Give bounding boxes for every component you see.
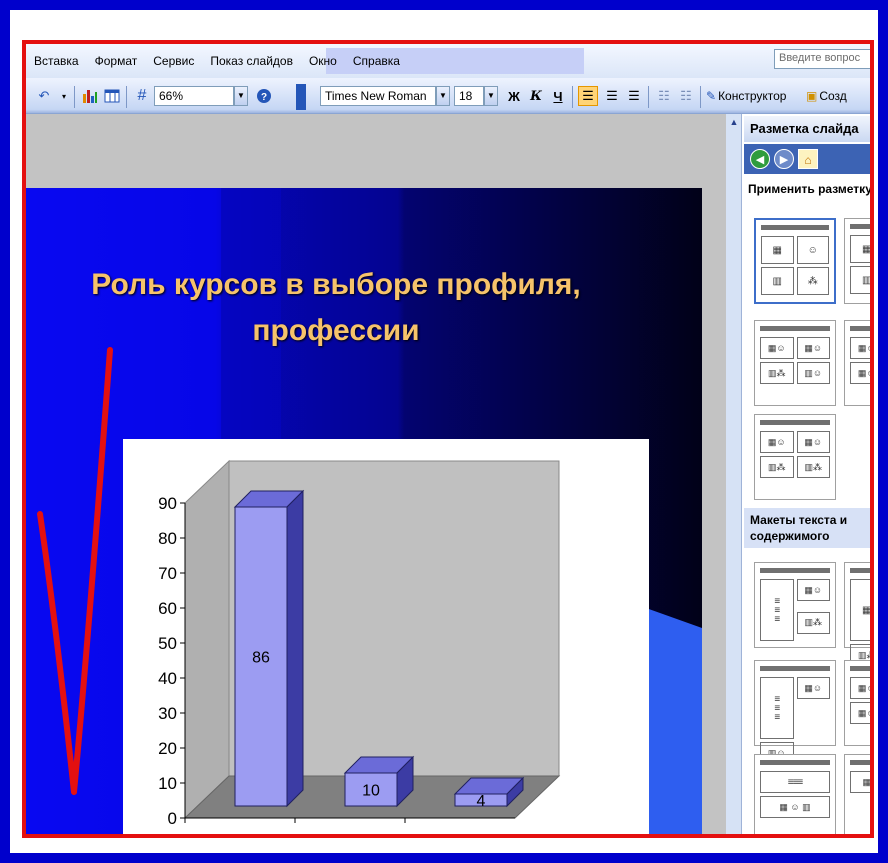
layout-thumb[interactable]: ▦☺ ▦☺ ▥⁂ ▥⁂ — [754, 414, 836, 500]
layout-thumb[interactable]: ▦☺ ▦☺ ▥⁂ ▥☺ — [754, 320, 836, 406]
layout-thumb[interactable]: ▦ ☺ ▥ ⁂ — [754, 218, 836, 304]
numbered-list-icon[interactable]: ☷ — [654, 86, 674, 106]
y-tick-label: 60 — [158, 599, 177, 618]
slide-title-line1: Роль курсов в выборе профиля, — [91, 268, 581, 301]
create-label: Созд — [819, 89, 847, 103]
layout-thumb[interactable]: ▦☺▥⁂ — [844, 218, 870, 304]
back-icon[interactable]: ◀ — [750, 149, 770, 169]
zoom-combo[interactable]: 66% — [154, 86, 234, 106]
menu-format[interactable]: Формат — [87, 54, 146, 68]
font-name-combo[interactable]: Times New Roman — [320, 86, 436, 106]
designer-button[interactable]: ✎ Конструктор — [706, 86, 786, 106]
screenshot-frame: Вставка Формат Сервис Показ слайдов Окно… — [22, 40, 874, 838]
bar-data-label: 4 — [477, 793, 486, 810]
task-pane: ▲ Разметка слайда ◀ ▶ ⌂ Применить размет… — [726, 114, 872, 834]
menu-help[interactable]: Справка — [345, 54, 408, 68]
help-icon[interactable]: ? — [254, 86, 274, 106]
svg-text:?: ? — [261, 92, 267, 103]
slide-title-line2: профессии — [252, 314, 420, 347]
font-name-dropdown-icon[interactable]: ▼ — [436, 86, 450, 106]
menu-bar: Вставка Формат Сервис Показ слайдов Окно… — [26, 44, 870, 78]
toolbar-grip-icon[interactable] — [296, 84, 306, 110]
y-tick-label: 70 — [158, 564, 177, 583]
undo-dropdown-icon[interactable]: ▾ — [54, 86, 74, 106]
y-tick-label: 80 — [158, 529, 177, 548]
menu-window[interactable]: Окно — [301, 54, 345, 68]
font-size-dropdown-icon[interactable]: ▼ — [484, 86, 498, 106]
undo-icon[interactable]: ↶ — [34, 86, 54, 106]
toolbar-separator — [74, 86, 75, 108]
ask-question-input[interactable]: Введите вопрос — [774, 49, 870, 69]
toolbar-separator — [700, 86, 701, 108]
toolbar-separator — [126, 86, 127, 108]
section-text-content-header: Макеты текста и содержимого — [744, 508, 870, 548]
menu-tools[interactable]: Сервис — [145, 54, 202, 68]
layout-thumb[interactable]: ≡≡≡ ▦ ☺ ▥ — [754, 754, 836, 834]
text-lines-icon: ≡ ≡ ≡ — [760, 579, 794, 641]
designer-icon: ✎ — [706, 89, 717, 103]
toolbar: ↶ ▾ # 66% ▼ ? Times New Roman ▼ 18 ▼ Ж К… — [26, 78, 870, 114]
pane-title: Разметка слайда — [744, 116, 870, 142]
y-tick-label: 30 — [158, 704, 177, 723]
scroll-up-icon[interactable]: ▲ — [726, 114, 742, 130]
forward-icon[interactable]: ▶ — [774, 149, 794, 169]
menu-insert[interactable]: Вставка — [26, 54, 87, 68]
align-center-icon[interactable]: ☰ — [602, 86, 622, 106]
italic-button[interactable]: К — [526, 86, 546, 106]
pane-nav: ◀ ▶ ⌂ — [744, 144, 870, 174]
x-tick-label: 1 — [235, 831, 244, 838]
slide-title[interactable]: Роль курсов в выборе профиля, профессии — [86, 262, 586, 354]
layout-thumb[interactable]: ▦☺▦☺▦☺▦☺ — [844, 660, 870, 746]
bar-side — [286, 489, 304, 808]
bulleted-list-icon[interactable]: ☷ — [676, 86, 696, 106]
toolbar-separator — [648, 86, 649, 108]
bar-chart: 0 10 20 30 40 50 60 70 80 90 86 1 10 2 4 3 — [158, 459, 561, 838]
create-button[interactable]: ▣ Созд — [806, 86, 847, 106]
chart-object[interactable]: 0 10 20 30 40 50 60 70 80 90 86 1 10 2 4 3 — [123, 439, 649, 838]
y-tick-label: 90 — [158, 494, 177, 513]
designer-label: Конструктор — [718, 89, 787, 103]
bar-data-label: 10 — [362, 783, 380, 800]
y-tick-label: 0 — [168, 809, 177, 828]
x-tick-label: 2 — [345, 831, 354, 838]
diagram-icon: ⁂ — [796, 267, 829, 295]
y-tick-label: 40 — [158, 669, 177, 688]
pane-scrollbar[interactable]: ▲ — [726, 114, 742, 834]
bold-button[interactable]: Ж — [504, 86, 524, 106]
insert-table-icon[interactable] — [102, 86, 122, 106]
insert-chart-icon[interactable] — [80, 86, 100, 106]
layout-thumb[interactable]: ≡ ≡ ≡ ▦☺ ▥☺ — [754, 660, 836, 764]
slide-work-area[interactable]: Роль курсов в выборе профиля, профессии … — [26, 114, 726, 838]
font-size-combo[interactable]: 18 — [454, 86, 484, 106]
grid-icon[interactable]: # — [132, 86, 152, 106]
y-tick-label: 10 — [158, 774, 177, 793]
layout-thumb[interactable]: ▦▦☺▥⁂ — [844, 562, 870, 666]
align-left-icon[interactable]: ☰ — [578, 86, 598, 106]
slide-canvas[interactable]: Роль курсов в выборе профиля, профессии … — [26, 188, 702, 838]
zoom-dropdown-icon[interactable]: ▼ — [234, 86, 248, 106]
x-tick-label: 3 — [455, 831, 464, 838]
people-icon: ☺ — [796, 236, 829, 264]
layout-thumb[interactable]: ▦⁂ — [844, 754, 870, 834]
toolbar-separator — [572, 86, 573, 108]
underline-button[interactable]: Ч — [548, 86, 568, 106]
layout-thumb[interactable]: ≡ ≡ ≡ ▦☺ ▥⁂ — [754, 562, 836, 648]
layout-thumb[interactable]: ▦☺▦☺▦☺▦☺ — [844, 320, 870, 406]
bar-data-label: 86 — [252, 650, 270, 667]
y-tick-label: 50 — [158, 634, 177, 653]
plot-side-wall — [184, 459, 230, 820]
pane-subtitle: Применить разметку — [748, 182, 872, 196]
chart-icon: ▥ — [761, 267, 794, 295]
menu-slideshow[interactable]: Показ слайдов — [202, 54, 301, 68]
table-icon: ▦ — [761, 236, 794, 264]
new-slide-icon: ▣ — [806, 89, 818, 103]
home-icon[interactable]: ⌂ — [798, 149, 818, 169]
align-right-icon[interactable]: ☰ — [624, 86, 644, 106]
y-tick-label: 20 — [158, 739, 177, 758]
